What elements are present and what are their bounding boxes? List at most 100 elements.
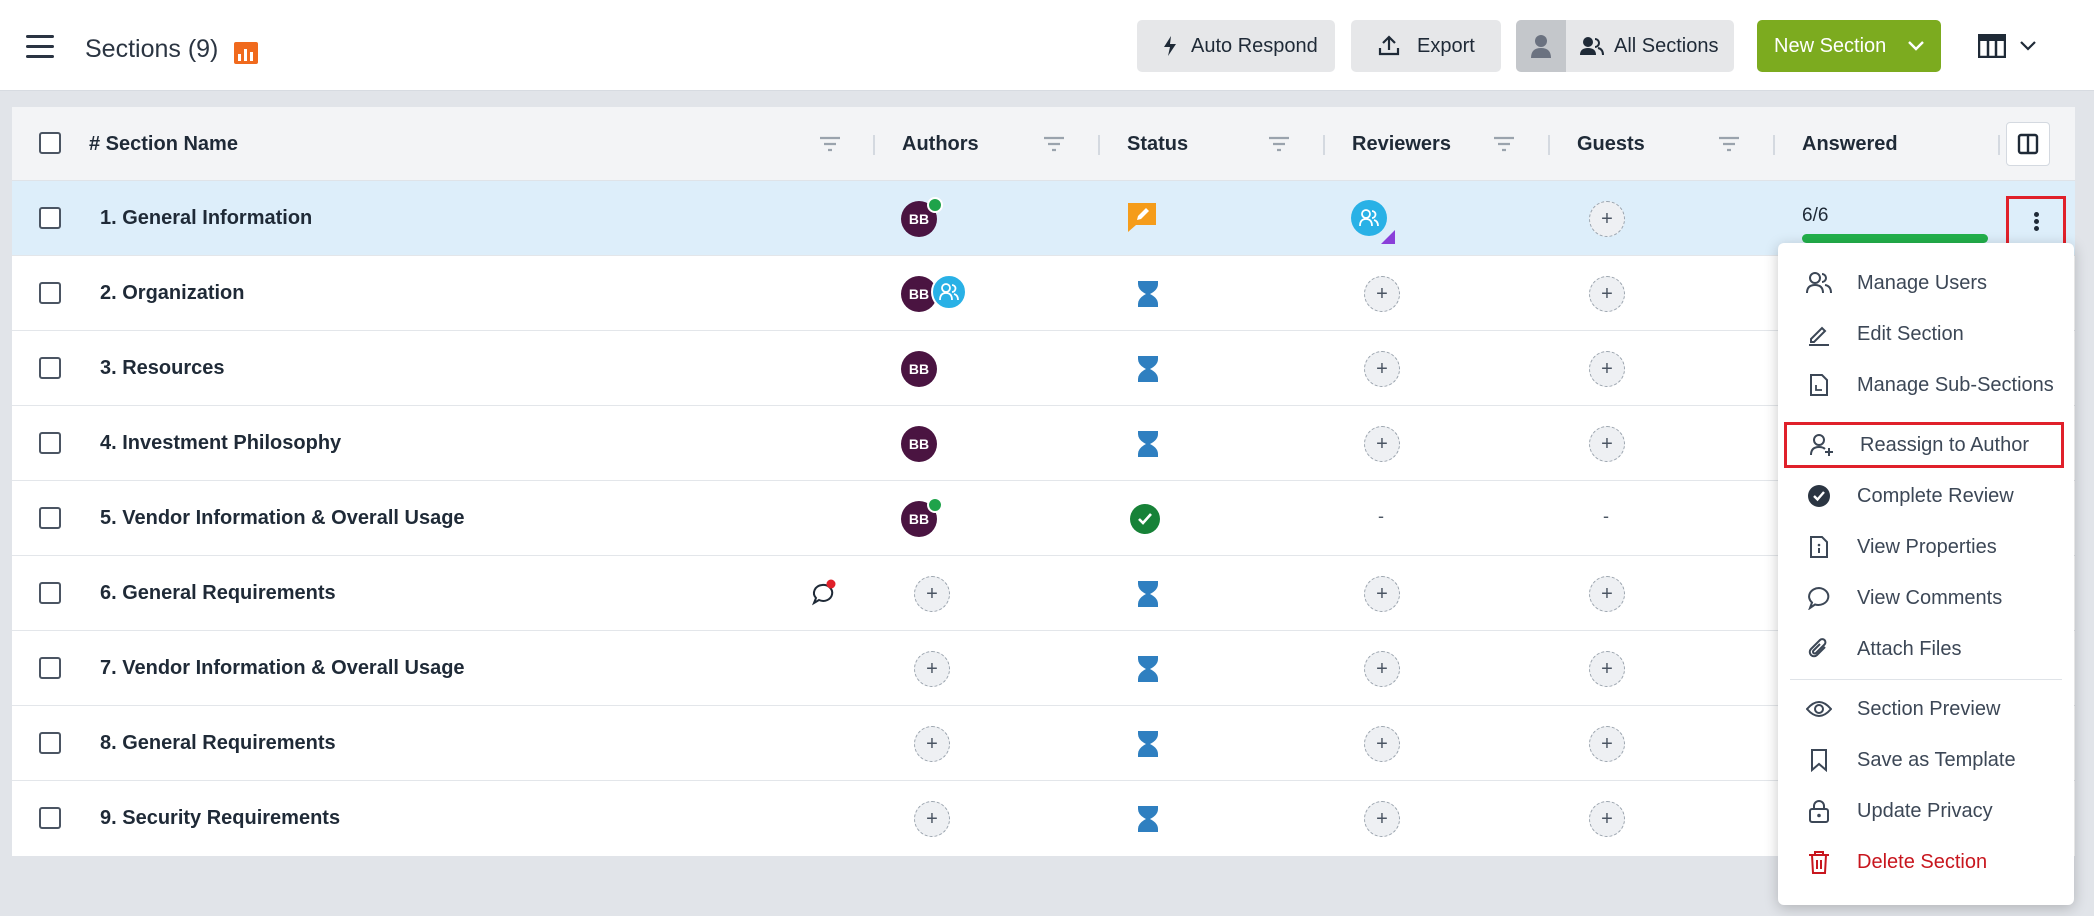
column-header-guests[interactable]: Guests — [1577, 107, 1645, 181]
hourglass-icon[interactable] — [1137, 730, 1159, 758]
menu-item-edit-section[interactable]: Edit Section — [1778, 311, 2074, 357]
column-separator[interactable] — [1098, 135, 1100, 155]
table-row[interactable]: 2. Organization BB + + — [12, 256, 2075, 331]
row-checkbox[interactable] — [39, 582, 61, 604]
user-add-icon — [1809, 432, 1835, 458]
column-separator[interactable] — [873, 135, 875, 155]
menu-item-update-privacy[interactable]: Update Privacy — [1778, 788, 2074, 834]
add-author-button[interactable]: + — [914, 576, 950, 612]
add-reviewer-button[interactable]: + — [1364, 351, 1400, 387]
add-guest-button[interactable]: + — [1589, 351, 1625, 387]
hourglass-icon[interactable] — [1137, 655, 1159, 683]
completed-check-icon[interactable] — [1130, 504, 1160, 534]
menu-item-complete-review[interactable]: Complete Review — [1778, 473, 2074, 519]
table-row[interactable]: 1. General Information BB + — [12, 181, 2075, 256]
menu-item-view-comments[interactable]: View Comments — [1778, 575, 2074, 621]
hourglass-icon[interactable] — [1137, 355, 1159, 383]
row-checkbox[interactable] — [39, 357, 61, 379]
export-button[interactable]: Export — [1351, 20, 1501, 72]
add-reviewer-button[interactable]: + — [1364, 651, 1400, 687]
filter-icon[interactable] — [818, 134, 842, 154]
column-separator[interactable] — [1998, 135, 2000, 155]
row-actions-kebab-button[interactable] — [2006, 196, 2066, 246]
menu-item-section-preview[interactable]: Section Preview — [1778, 686, 2074, 732]
author-avatar[interactable]: BB — [901, 426, 937, 462]
add-author-button[interactable]: + — [914, 726, 950, 762]
menu-item-delete-section[interactable]: Delete Section — [1778, 839, 2074, 885]
add-author-button[interactable]: + — [914, 801, 950, 837]
column-separator[interactable] — [1548, 135, 1550, 155]
bar-chart-icon[interactable] — [234, 42, 258, 64]
table-row[interactable]: 7. Vendor Information & Overall Usage + … — [12, 631, 2075, 706]
author-avatar[interactable]: BB — [901, 351, 937, 387]
menu-item-reassign-to-author[interactable]: Reassign to Author — [1784, 422, 2064, 468]
table-row[interactable]: 4. Investment Philosophy BB + + — [12, 406, 2075, 481]
section-name[interactable]: 9. Security Requirements — [100, 781, 340, 856]
add-guest-button[interactable]: + — [1589, 651, 1625, 687]
row-checkbox[interactable] — [39, 732, 61, 754]
column-settings-button[interactable] — [2006, 122, 2050, 166]
row-checkbox[interactable] — [39, 282, 61, 304]
filter-icon[interactable] — [1717, 134, 1741, 154]
add-reviewer-button[interactable]: + — [1364, 576, 1400, 612]
section-name[interactable]: 2. Organization — [100, 256, 244, 331]
column-header-section-name[interactable]: # Section Name — [89, 107, 238, 181]
all-sections-button[interactable]: All Sections — [1516, 20, 1734, 72]
row-checkbox[interactable] — [39, 507, 61, 529]
menu-item-save-as-template[interactable]: Save as Template — [1778, 737, 2074, 783]
add-reviewer-button[interactable]: + — [1364, 726, 1400, 762]
menu-item-attach-files[interactable]: Attach Files — [1778, 626, 2074, 672]
row-checkbox[interactable] — [39, 207, 61, 229]
table-layout-dropdown[interactable] — [1978, 32, 2038, 60]
section-name[interactable]: 5. Vendor Information & Overall Usage — [100, 481, 465, 556]
section-name[interactable]: 6. General Requirements — [100, 556, 336, 631]
add-guest-button[interactable]: + — [1589, 576, 1625, 612]
filter-icon[interactable] — [1492, 134, 1516, 154]
column-header-authors[interactable]: Authors — [902, 107, 979, 181]
hamburger-menu-icon[interactable] — [26, 35, 54, 59]
table-row[interactable]: 5. Vendor Information & Overall Usage BB… — [12, 481, 2075, 556]
hourglass-icon[interactable] — [1137, 805, 1159, 833]
filter-icon[interactable] — [1042, 134, 1066, 154]
auto-respond-button[interactable]: Auto Respond — [1137, 20, 1335, 72]
add-reviewer-button[interactable]: + — [1364, 801, 1400, 837]
section-name[interactable]: 3. Resources — [100, 331, 225, 406]
menu-item-manage-sub-sections[interactable]: Manage Sub-Sections — [1778, 362, 2074, 408]
add-reviewer-button[interactable]: + — [1364, 276, 1400, 312]
add-guest-button[interactable]: + — [1589, 801, 1625, 837]
section-name[interactable]: 1. General Information — [100, 181, 312, 256]
menu-item-manage-users[interactable]: Manage Users — [1778, 260, 2074, 306]
author-group-avatar[interactable] — [931, 274, 967, 310]
table-row[interactable]: 3. Resources BB + + — [12, 331, 2075, 406]
section-name[interactable]: 8. General Requirements — [100, 706, 336, 781]
column-header-answered[interactable]: Answered — [1802, 107, 1898, 181]
new-section-button[interactable]: New Section — [1757, 20, 1941, 72]
add-guest-button[interactable]: + — [1589, 201, 1625, 237]
hourglass-icon[interactable] — [1137, 580, 1159, 608]
row-checkbox[interactable] — [39, 657, 61, 679]
row-checkbox[interactable] — [39, 432, 61, 454]
add-author-button[interactable]: + — [914, 651, 950, 687]
column-separator[interactable] — [1773, 135, 1775, 155]
section-name[interactable]: 4. Investment Philosophy — [100, 406, 341, 481]
table-row[interactable]: 8. General Requirements + + + — [12, 706, 2075, 781]
row-checkbox[interactable] — [39, 807, 61, 829]
filter-icon[interactable] — [1267, 134, 1291, 154]
table-row[interactable]: 6. General Requirements + + + — [12, 556, 2075, 631]
hourglass-icon[interactable] — [1137, 430, 1159, 458]
hourglass-icon[interactable] — [1137, 280, 1159, 308]
add-guest-button[interactable]: + — [1589, 276, 1625, 312]
approved-check-icon — [927, 197, 943, 213]
column-header-status[interactable]: Status — [1127, 107, 1188, 181]
select-all-checkbox[interactable] — [39, 132, 61, 154]
edit-status-icon[interactable] — [1126, 201, 1158, 233]
comment-notification-icon[interactable] — [809, 579, 837, 607]
menu-item-view-properties[interactable]: View Properties — [1778, 524, 2074, 570]
section-name[interactable]: 7. Vendor Information & Overall Usage — [100, 631, 465, 706]
add-guest-button[interactable]: + — [1589, 726, 1625, 762]
table-row[interactable]: 9. Security Requirements + + + — [12, 781, 2075, 856]
column-header-reviewers[interactable]: Reviewers — [1352, 107, 1451, 181]
add-guest-button[interactable]: + — [1589, 426, 1625, 462]
add-reviewer-button[interactable]: + — [1364, 426, 1400, 462]
column-separator[interactable] — [1323, 135, 1325, 155]
